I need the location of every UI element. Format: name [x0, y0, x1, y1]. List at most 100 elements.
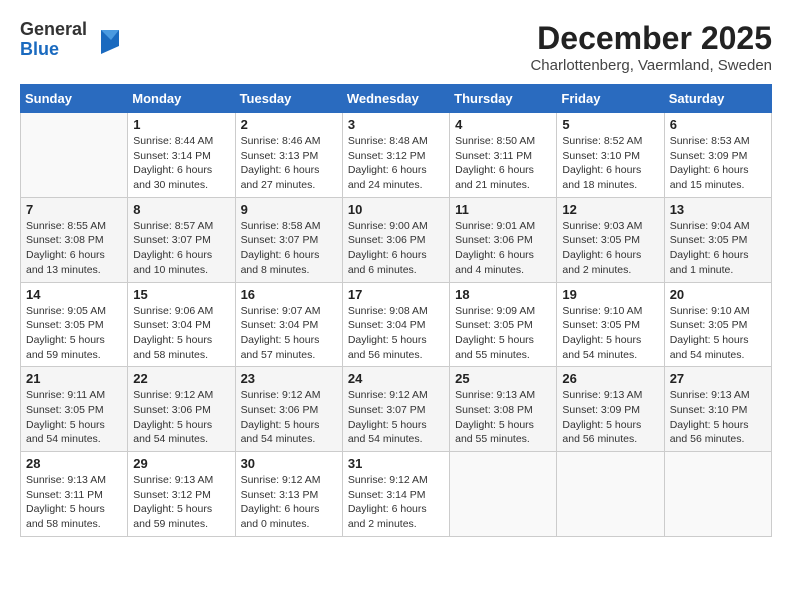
day-number: 14 — [26, 287, 122, 302]
day-number: 24 — [348, 371, 444, 386]
weekday-row: SundayMondayTuesdayWednesdayThursdayFrid… — [21, 85, 772, 113]
day-info: Sunrise: 8:55 AM Sunset: 3:08 PM Dayligh… — [26, 219, 122, 278]
calendar-cell: 13Sunrise: 9:04 AM Sunset: 3:05 PM Dayli… — [664, 197, 771, 282]
day-number: 8 — [133, 202, 229, 217]
day-info: Sunrise: 9:09 AM Sunset: 3:05 PM Dayligh… — [455, 304, 551, 363]
calendar-cell: 28 Sunrise: 9:13 AM Sunset: 3:11 PM Dayli… — [21, 452, 128, 537]
month-title: December 2025 — [530, 20, 772, 57]
calendar-cell: 3 Sunrise: 8:48 AM Sunset: 3:12 PM Daylig… — [342, 113, 449, 198]
day-info: Sunrise: 8:46 AM Sunset: 3:13 PM Dayligh… — [241, 134, 337, 193]
day-number: 2 — [241, 117, 337, 132]
calendar-cell — [557, 452, 664, 537]
day-number: 18 — [455, 287, 551, 302]
logo-blue: Blue — [20, 40, 87, 60]
calendar-cell: 17Sunrise: 9:08 AM Sunset: 3:04 PM Dayli… — [342, 282, 449, 367]
day-number: 16 — [241, 287, 337, 302]
day-info: Sunrise: 8:57 AM Sunset: 3:07 PM Dayligh… — [133, 219, 229, 278]
calendar-cell: 23 Sunrise: 9:12 AM Sunset: 3:06 PM Dayli… — [235, 367, 342, 452]
day-number: 31 — [348, 456, 444, 471]
calendar-week-4: 21 Sunrise: 9:11 AM Sunset: 3:05 PM Dayli… — [21, 367, 772, 452]
calendar-cell: 12Sunrise: 9:03 AM Sunset: 3:05 PM Dayli… — [557, 197, 664, 282]
day-info: Sunrise: 9:12 AM Sunset: 3:06 PM Dayligh… — [133, 388, 229, 447]
day-info: Sunrise: 8:53 AM Sunset: 3:09 PM Dayligh… — [670, 134, 766, 193]
day-number: 10 — [348, 202, 444, 217]
calendar-cell: 21 Sunrise: 9:11 AM Sunset: 3:05 PM Dayli… — [21, 367, 128, 452]
day-info: Sunrise: 8:50 AM Sunset: 3:11 PM Dayligh… — [455, 134, 551, 193]
day-info: Sunrise: 8:44 AM Sunset: 3:14 PM Dayligh… — [133, 134, 229, 193]
calendar-cell: 2 Sunrise: 8:46 AM Sunset: 3:13 PM Daylig… — [235, 113, 342, 198]
day-info: Sunrise: 9:00 AM Sunset: 3:06 PM Dayligh… — [348, 219, 444, 278]
location: Charlottenberg, Vaermland, Sweden — [530, 57, 772, 74]
day-number: 21 — [26, 371, 122, 386]
day-info: Sunrise: 9:13 AM Sunset: 3:12 PM Dayligh… — [133, 473, 229, 532]
calendar-cell: 16 Sunrise: 9:07 AM Sunset: 3:04 PM Dayli… — [235, 282, 342, 367]
calendar-cell: 24 Sunrise: 9:12 AM Sunset: 3:07 PM Dayli… — [342, 367, 449, 452]
calendar-cell: 4Sunrise: 8:50 AM Sunset: 3:11 PM Daylig… — [450, 113, 557, 198]
day-number: 3 — [348, 117, 444, 132]
day-number: 27 — [670, 371, 766, 386]
day-number: 5 — [562, 117, 658, 132]
calendar-cell: 26Sunrise: 9:13 AM Sunset: 3:09 PM Dayli… — [557, 367, 664, 452]
calendar-cell: 29 Sunrise: 9:13 AM Sunset: 3:12 PM Dayli… — [128, 452, 235, 537]
calendar-week-3: 14Sunrise: 9:05 AM Sunset: 3:05 PM Dayli… — [21, 282, 772, 367]
day-number: 29 — [133, 456, 229, 471]
calendar-cell: 31 Sunrise: 9:12 AM Sunset: 3:14 PM Dayli… — [342, 452, 449, 537]
weekday-header-sunday: Sunday — [21, 85, 128, 113]
day-number: 22 — [133, 371, 229, 386]
day-number: 20 — [670, 287, 766, 302]
day-info: Sunrise: 9:11 AM Sunset: 3:05 PM Dayligh… — [26, 388, 122, 447]
day-info: Sunrise: 9:13 AM Sunset: 3:09 PM Dayligh… — [562, 388, 658, 447]
day-info: Sunrise: 9:13 AM Sunset: 3:08 PM Dayligh… — [455, 388, 551, 447]
calendar-week-2: 7 Sunrise: 8:55 AM Sunset: 3:08 PM Daylig… — [21, 197, 772, 282]
calendar-week-1: 1Sunrise: 8:44 AM Sunset: 3:14 PM Daylig… — [21, 113, 772, 198]
day-number: 9 — [241, 202, 337, 217]
weekday-header-thursday: Thursday — [450, 85, 557, 113]
day-info: Sunrise: 9:12 AM Sunset: 3:06 PM Dayligh… — [241, 388, 337, 447]
day-info: Sunrise: 9:08 AM Sunset: 3:04 PM Dayligh… — [348, 304, 444, 363]
day-info: Sunrise: 9:10 AM Sunset: 3:05 PM Dayligh… — [670, 304, 766, 363]
calendar-cell: 20 Sunrise: 9:10 AM Sunset: 3:05 PM Dayli… — [664, 282, 771, 367]
calendar-cell — [450, 452, 557, 537]
calendar-cell — [21, 113, 128, 198]
day-info: Sunrise: 9:12 AM Sunset: 3:07 PM Dayligh… — [348, 388, 444, 447]
day-number: 19 — [562, 287, 658, 302]
logo-icon — [91, 26, 119, 54]
calendar-cell: 22 Sunrise: 9:12 AM Sunset: 3:06 PM Dayli… — [128, 367, 235, 452]
calendar-cell: 5 Sunrise: 8:52 AM Sunset: 3:10 PM Daylig… — [557, 113, 664, 198]
calendar-cell: 9Sunrise: 8:58 AM Sunset: 3:07 PM Daylig… — [235, 197, 342, 282]
weekday-header-friday: Friday — [557, 85, 664, 113]
day-number: 30 — [241, 456, 337, 471]
calendar-cell: 8 Sunrise: 8:57 AM Sunset: 3:07 PM Daylig… — [128, 197, 235, 282]
calendar-cell: 18 Sunrise: 9:09 AM Sunset: 3:05 PM Dayli… — [450, 282, 557, 367]
day-number: 7 — [26, 202, 122, 217]
day-info: Sunrise: 9:13 AM Sunset: 3:11 PM Dayligh… — [26, 473, 122, 532]
calendar-cell: 27Sunrise: 9:13 AM Sunset: 3:10 PM Dayli… — [664, 367, 771, 452]
day-number: 6 — [670, 117, 766, 132]
weekday-header-wednesday: Wednesday — [342, 85, 449, 113]
day-number: 13 — [670, 202, 766, 217]
page-header: General Blue December 2025 Charlottenber… — [20, 20, 772, 74]
calendar-body: 1Sunrise: 8:44 AM Sunset: 3:14 PM Daylig… — [21, 113, 772, 537]
day-info: Sunrise: 9:12 AM Sunset: 3:13 PM Dayligh… — [241, 473, 337, 532]
logo-general: General — [20, 20, 87, 40]
calendar-cell: 7 Sunrise: 8:55 AM Sunset: 3:08 PM Daylig… — [21, 197, 128, 282]
calendar-header: SundayMondayTuesdayWednesdayThursdayFrid… — [21, 85, 772, 113]
day-number: 11 — [455, 202, 551, 217]
calendar-cell: 6 Sunrise: 8:53 AM Sunset: 3:09 PM Daylig… — [664, 113, 771, 198]
calendar-cell: 14Sunrise: 9:05 AM Sunset: 3:05 PM Dayli… — [21, 282, 128, 367]
day-number: 28 — [26, 456, 122, 471]
title-area: December 2025 Charlottenberg, Vaermland,… — [530, 20, 772, 74]
day-info: Sunrise: 9:12 AM Sunset: 3:14 PM Dayligh… — [348, 473, 444, 532]
day-info: Sunrise: 8:52 AM Sunset: 3:10 PM Dayligh… — [562, 134, 658, 193]
day-number: 15 — [133, 287, 229, 302]
day-info: Sunrise: 8:48 AM Sunset: 3:12 PM Dayligh… — [348, 134, 444, 193]
day-info: Sunrise: 9:07 AM Sunset: 3:04 PM Dayligh… — [241, 304, 337, 363]
calendar-cell: 30 Sunrise: 9:12 AM Sunset: 3:13 PM Dayli… — [235, 452, 342, 537]
day-number: 25 — [455, 371, 551, 386]
day-info: Sunrise: 9:01 AM Sunset: 3:06 PM Dayligh… — [455, 219, 551, 278]
day-number: 23 — [241, 371, 337, 386]
calendar-cell — [664, 452, 771, 537]
weekday-header-saturday: Saturday — [664, 85, 771, 113]
calendar-cell: 10 Sunrise: 9:00 AM Sunset: 3:06 PM Dayli… — [342, 197, 449, 282]
calendar-cell: 1Sunrise: 8:44 AM Sunset: 3:14 PM Daylig… — [128, 113, 235, 198]
